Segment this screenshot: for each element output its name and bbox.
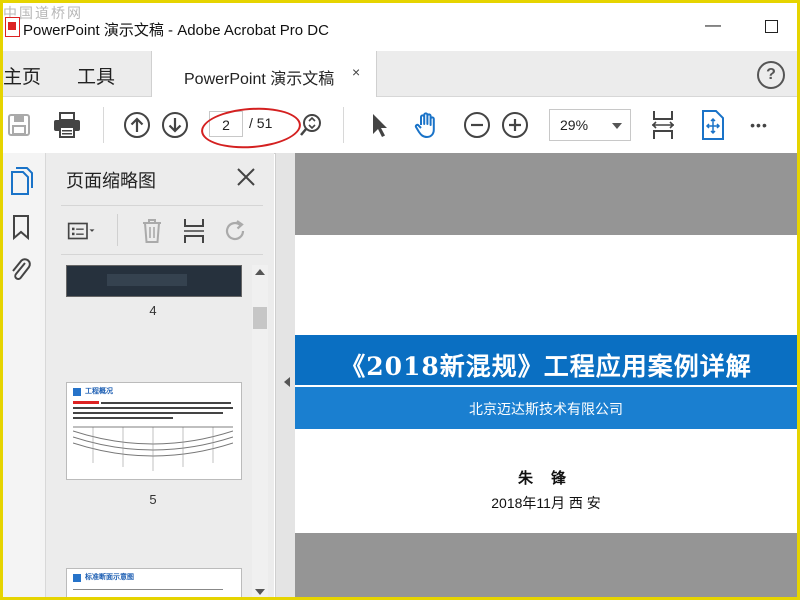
zoom-out-button[interactable]	[461, 109, 493, 141]
thumbnail-list: 4 工程概况 5 标准断面示意图	[46, 265, 252, 597]
fit-page-button[interactable]	[647, 109, 679, 141]
document-page: 《2018新混规》工程应用案例详解 北京迈达斯技术有限公司 朱锋 2018年11…	[295, 235, 797, 533]
main-toolbar: 2 / 51 29% •••	[3, 97, 797, 154]
thumbnail-red-label	[73, 401, 99, 404]
toolbar-divider	[103, 107, 104, 143]
title-banner: 《2018新混规》工程应用案例详解	[295, 335, 797, 385]
save-icon	[8, 114, 30, 136]
panel-title: 页面缩略图	[66, 171, 156, 191]
thumbnail-options-menu[interactable]	[67, 216, 97, 246]
maximize-icon	[764, 19, 778, 33]
document-tab-label: PowerPoint 演示文稿	[184, 71, 335, 88]
chevron-down-icon	[612, 123, 622, 129]
scrollbar-thumb[interactable]	[253, 307, 267, 329]
bookmarks-button[interactable]	[7, 213, 35, 241]
help-button[interactable]: ?	[757, 61, 785, 89]
hand-icon	[414, 112, 435, 138]
collapse-pane-arrow-icon[interactable]	[284, 377, 290, 387]
bookmark-icon	[13, 215, 29, 241]
printer-icon	[54, 112, 80, 138]
thumbnail-page-5[interactable]: 工程概况	[66, 382, 242, 480]
thumbnail-page-6[interactable]: 标准断面示意图	[66, 568, 242, 597]
rotate-page-button[interactable]	[221, 216, 251, 246]
navigation-pane-strip	[3, 153, 46, 597]
thumbnail-label: 5	[149, 492, 157, 507]
tab-home[interactable]: 主页	[3, 62, 41, 89]
tab-bar: 主页 工具 PowerPoint 演示文稿 × ?	[3, 51, 797, 97]
more-tools-button[interactable]: •••	[743, 109, 775, 141]
document-view[interactable]: 《2018新混规》工程应用案例详解 北京迈达斯技术有限公司 朱锋 2018年11…	[295, 153, 797, 597]
author-name: 朱锋	[517, 470, 584, 487]
thumbnail-heading-marker	[73, 574, 81, 582]
save-button[interactable]	[3, 109, 35, 141]
thumbnail-text-line	[73, 417, 173, 419]
fullscreen-page-icon	[702, 110, 724, 140]
thumbnail-heading-marker	[73, 388, 81, 396]
thumbnail-label: 4	[149, 303, 157, 318]
next-page-button[interactable]	[159, 109, 191, 141]
thumbnail-page-4[interactable]	[66, 265, 242, 297]
zoom-level-dropdown[interactable]: 29%	[549, 109, 631, 141]
title-bar: 中国道桥网 PowerPoint 演示文稿 - Adobe Acrobat Pr…	[3, 3, 797, 51]
document-title: 《2018新混规》工程应用案例详解	[340, 352, 752, 381]
close-panel-button[interactable]	[234, 165, 258, 189]
arrow-down-circle-icon	[162, 112, 188, 138]
acrobat-window: 中国道桥网 PowerPoint 演示文稿 - Adobe Acrobat Pr…	[3, 3, 797, 597]
acrobat-app-icon	[5, 17, 20, 37]
thumbnail-heading: 标准断面示意图	[85, 574, 134, 581]
thumbnail-bridge-drawing	[73, 426, 233, 471]
toolbar-divider	[117, 214, 118, 246]
close-icon	[237, 168, 255, 186]
rotate-icon	[225, 220, 245, 241]
fit-width-icon	[651, 111, 675, 139]
toolbar-divider	[343, 107, 344, 143]
thumbnail-toolbar	[61, 205, 263, 255]
company-banner: 北京迈达斯技术有限公司	[295, 387, 797, 429]
minimize-icon: —	[705, 17, 721, 34]
maximize-button[interactable]	[751, 11, 791, 41]
company-name: 北京迈达斯技术有限公司	[469, 401, 623, 417]
insert-pages-icon	[184, 219, 204, 243]
print-button[interactable]	[51, 109, 83, 141]
zoom-level-value: 29%	[560, 117, 589, 133]
insert-page-button[interactable]	[179, 216, 209, 246]
trash-icon	[143, 219, 161, 243]
arrow-up-circle-icon	[124, 112, 150, 138]
thumbnail-text-line	[73, 407, 233, 409]
paperclip-icon	[12, 258, 31, 280]
scroll-up-arrow-icon[interactable]	[255, 269, 265, 275]
zoom-in-button[interactable]	[499, 109, 531, 141]
minimize-button[interactable]: —	[693, 11, 733, 41]
attachments-button[interactable]	[7, 255, 35, 283]
previous-page-button[interactable]	[121, 109, 153, 141]
minus-circle-icon	[464, 112, 490, 138]
thumbnail-text-line	[73, 412, 223, 414]
pane-splitter[interactable]	[275, 153, 296, 597]
hand-tool-button[interactable]	[411, 109, 443, 141]
thumbnail-heading: 工程概况	[85, 388, 113, 395]
delete-page-button[interactable]	[137, 216, 167, 246]
page-thumbnails-panel: 页面缩略图 4 工程概况 5 标准断面示意图	[46, 153, 274, 597]
presentation-date: 2018年11月 西 安	[491, 495, 601, 511]
close-tab-button[interactable]: ×	[352, 64, 360, 80]
select-tool-button[interactable]	[363, 109, 395, 141]
zoom-updown-icon	[300, 114, 321, 136]
plus-circle-icon	[502, 112, 528, 138]
page-thumbnails-button[interactable]	[7, 167, 35, 195]
scroll-down-arrow-icon[interactable]	[255, 589, 265, 595]
tab-document[interactable]: PowerPoint 演示文稿 ×	[151, 51, 377, 97]
cursor-arrow-icon	[373, 114, 387, 137]
thumbnail-text-line	[101, 402, 231, 404]
pages-icon	[11, 167, 33, 195]
window-title: PowerPoint 演示文稿 - Adobe Acrobat Pro DC	[23, 22, 329, 39]
full-screen-button[interactable]	[697, 109, 729, 141]
thumbnail-text-line	[73, 589, 223, 590]
list-options-icon	[67, 222, 95, 240]
thumbnail-scrollbar[interactable]	[252, 265, 268, 597]
tab-tools[interactable]: 工具	[77, 62, 115, 89]
